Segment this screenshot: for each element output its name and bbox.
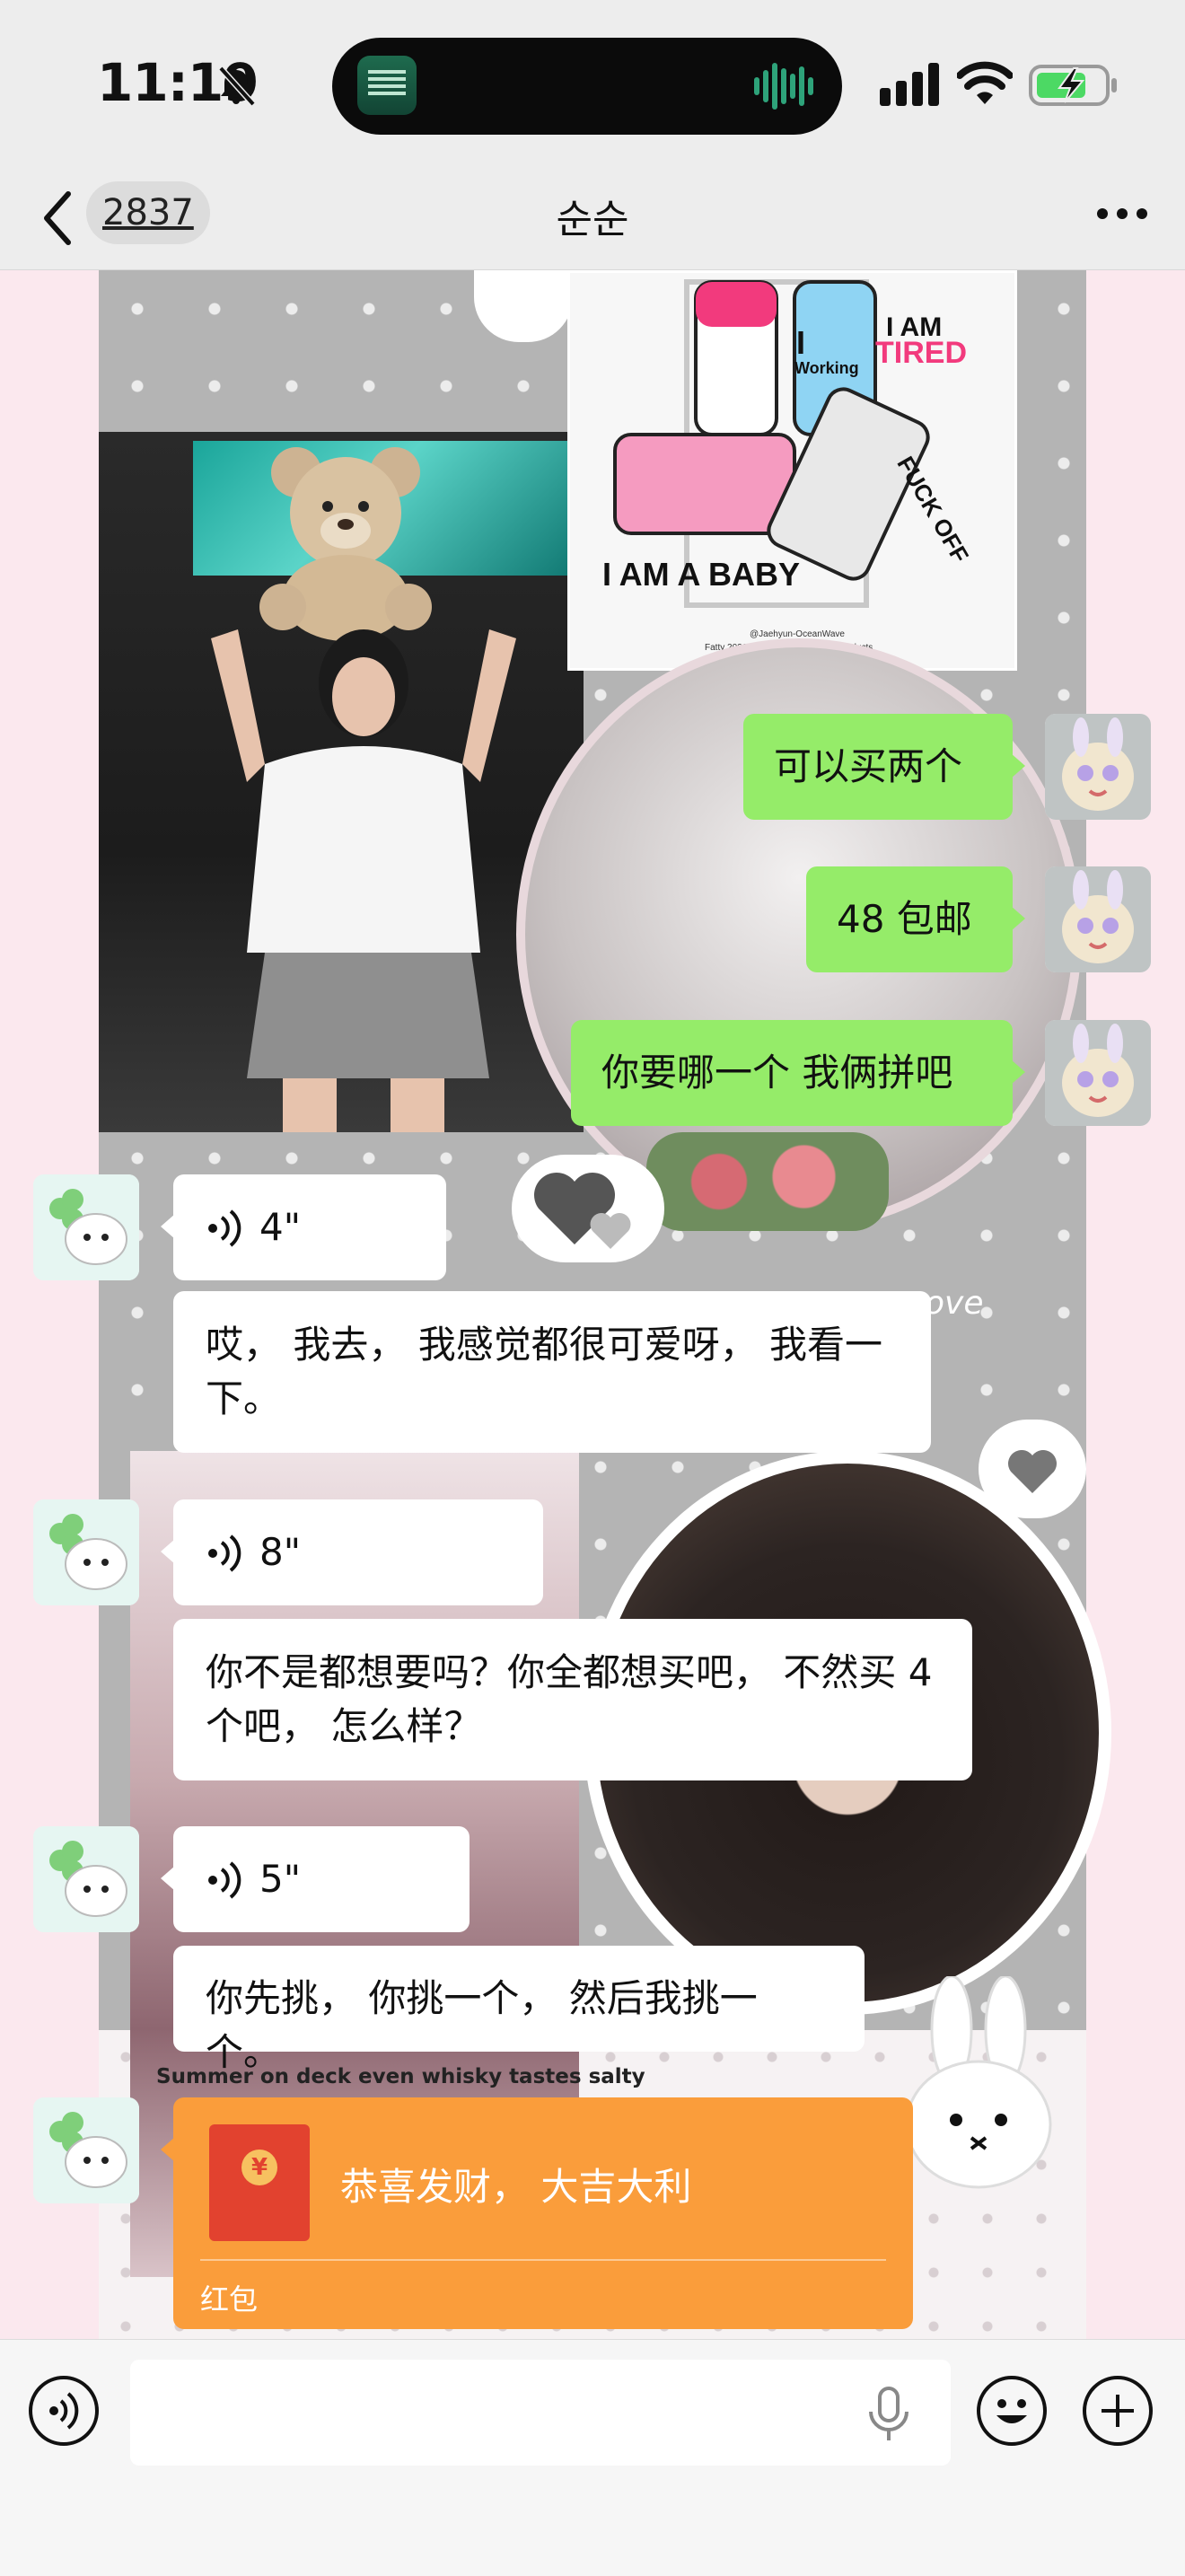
friend-avatar[interactable] xyxy=(33,1826,139,1932)
phone-cases-illustration: I AM TIRED I Working I AM A BABY FUCK OF… xyxy=(602,279,974,653)
voice-mode-button[interactable] xyxy=(29,2376,99,2446)
clover-cat-avatar-icon xyxy=(33,1826,139,1932)
my-avatar[interactable] xyxy=(1045,1020,1151,1126)
message-text: 哎， 我去， 我感觉都很可爱呀， 我看一下。 xyxy=(206,1323,883,1420)
message-text: 48 包邮 xyxy=(837,897,972,941)
voice-duration: 4" xyxy=(259,1205,302,1249)
wallpaper-flowers xyxy=(646,1132,889,1231)
bunny-sticker xyxy=(905,1976,1052,2189)
heart-icon xyxy=(1008,1450,1057,1493)
smiley-icon xyxy=(996,2399,1027,2423)
rabbit-avatar-icon xyxy=(1045,866,1151,972)
friend-message-bubble[interactable]: 哎， 我去， 我感觉都很可爱呀， 我看一下。 xyxy=(173,1291,931,1453)
wallpaper-love-text: ove xyxy=(925,1285,984,1322)
voice-message-bubble[interactable]: 8" xyxy=(161,1499,543,1605)
sticker-text-working: Working xyxy=(794,359,859,377)
now-playing-artwork xyxy=(357,56,417,115)
voice-wave-icon xyxy=(208,1534,241,1572)
plus-icon xyxy=(1102,2395,1134,2427)
red-envelope-icon: ¥ xyxy=(209,2124,310,2241)
clover-cat-avatar-icon xyxy=(33,1174,139,1280)
voice-duration: 8" xyxy=(259,1530,302,1574)
red-packet-caption: Summer on deck even whisky tastes salty xyxy=(156,2065,645,2088)
yuan-coin-icon: ¥ xyxy=(241,2150,277,2185)
chat-messages[interactable]: I AM TIRED I Working I AM A BABY FUCK OF… xyxy=(0,270,1185,2339)
red-packet-divider xyxy=(200,2259,886,2261)
message-text: 可以买两个 xyxy=(774,744,963,788)
voice-wave-icon xyxy=(208,1861,241,1899)
sticker-text-i: I xyxy=(796,324,805,361)
teddy-bear-image xyxy=(259,447,432,641)
my-message-bubble[interactable]: 可以买两个 xyxy=(743,714,1025,820)
rabbit-avatar-icon xyxy=(1045,1020,1151,1126)
sticker-text-off: FUCK OFF xyxy=(891,452,974,567)
voice-message-bubble[interactable]: 5" xyxy=(161,1826,470,1932)
message-text: 你不是都想要吗？你全都想买吧， 不然买 4 个吧， 怎么样？ xyxy=(206,1650,933,1748)
bell-slash-icon xyxy=(218,66,256,107)
emoji-button[interactable] xyxy=(977,2376,1047,2446)
my-message-bubble[interactable]: 你要哪一个 我俩拼吧 xyxy=(571,1020,1025,1126)
more-functions-button[interactable] xyxy=(1083,2376,1153,2446)
voice-duration: 5" xyxy=(259,1857,302,1901)
friend-avatar[interactable] xyxy=(33,2097,139,2203)
friend-message-bubble[interactable]: 你先挑， 你挑一个， 然后我挑一个。 xyxy=(173,1946,865,2074)
chat-title: 순순 xyxy=(556,197,629,242)
rabbit-avatar-icon xyxy=(1045,714,1151,820)
girl-photo xyxy=(211,629,516,1132)
my-avatar[interactable] xyxy=(1045,866,1151,972)
message-input[interactable] xyxy=(130,2360,951,2466)
red-packet-label: 红包 xyxy=(200,2282,259,2317)
my-avatar[interactable] xyxy=(1045,714,1151,820)
sticker-sheet-image: I AM TIRED I Working I AM A BABY FUCK OF… xyxy=(567,270,1017,671)
voice-message-bubble[interactable]: 4" xyxy=(161,1174,446,1280)
heart-sticker xyxy=(512,1155,664,1262)
status-bar: 11:19 xyxy=(0,0,1185,171)
sticker-text-tired: TIRED xyxy=(875,336,967,370)
red-packet-message[interactable]: ¥ 恭喜发财， 大吉大利 红包 xyxy=(161,2097,913,2329)
friend-message-bubble[interactable]: 你不是都想要吗？你全都想买吧， 不然买 4 个吧， 怎么样？ xyxy=(173,1619,972,1780)
clover-cat-avatar-icon xyxy=(33,1499,139,1605)
red-packet-title: 恭喜发财， 大吉大利 xyxy=(340,2165,692,2209)
audio-wave-icon xyxy=(754,63,813,110)
battery-charging-icon xyxy=(1029,65,1117,106)
chat-header: 2837 순순 xyxy=(0,171,1185,270)
microphone-icon[interactable] xyxy=(864,2387,914,2442)
my-message-bubble[interactable]: 48 包邮 xyxy=(806,866,1025,972)
voice-mode-icon xyxy=(49,2392,79,2430)
ellipsis-icon[interactable] xyxy=(1095,205,1149,223)
heart-icon xyxy=(534,1173,631,1249)
sticker-text-baby: I AM A BABY xyxy=(602,556,800,593)
dynamic-island[interactable] xyxy=(332,38,842,135)
signal-icon xyxy=(880,63,939,106)
voice-wave-icon xyxy=(208,1209,241,1247)
clover-cat-avatar-icon xyxy=(33,2097,139,2203)
input-bar xyxy=(0,2339,1185,2576)
wifi-icon xyxy=(957,61,1013,104)
friend-avatar[interactable] xyxy=(33,1499,139,1605)
friend-avatar[interactable] xyxy=(33,1174,139,1280)
message-text: 你要哪一个 我俩拼吧 xyxy=(601,1051,953,1095)
heart-sticker-small xyxy=(979,1420,1086,1518)
